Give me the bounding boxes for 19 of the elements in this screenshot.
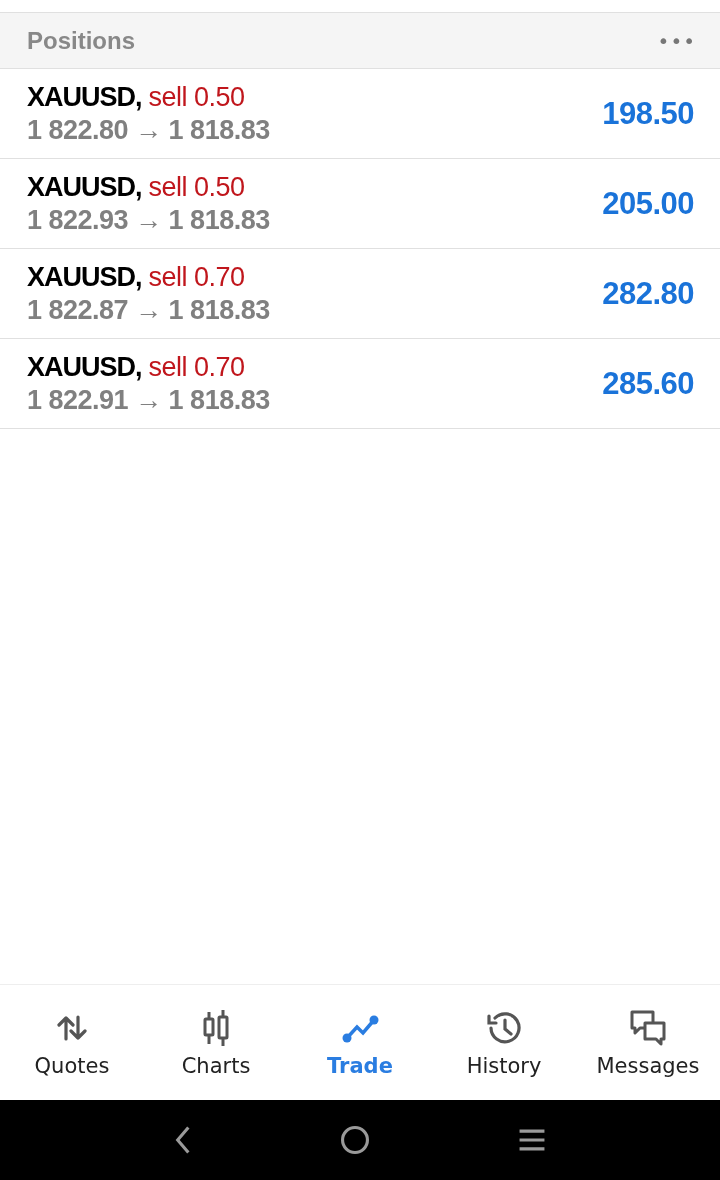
symbol-label: XAUUSD, (27, 351, 142, 383)
profit-value: 205.00 (602, 185, 694, 222)
order-type-label: sell 0.50 (148, 171, 245, 203)
symbol-label: XAUUSD, (27, 81, 142, 113)
order-type-label: sell 0.50 (148, 81, 245, 113)
price-change-label: 1 822.93 → 1 818.83 (27, 204, 270, 236)
section-title: Positions (27, 26, 135, 55)
price-change-label: 1 822.87 → 1 818.83 (27, 294, 270, 326)
symbol-label: XAUUSD, (27, 261, 142, 293)
order-type-label: sell 0.70 (148, 261, 245, 293)
profit-value: 198.50 (602, 95, 694, 132)
price-change-label: 1 822.80 → 1 818.83 (27, 114, 270, 146)
symbol-label: XAUUSD, (27, 171, 142, 203)
home-icon[interactable] (339, 1124, 371, 1156)
price-change-label: 1 822.91 → 1 818.83 (27, 384, 270, 416)
order-type-label: sell 0.70 (148, 351, 245, 383)
profit-value: 285.60 (602, 365, 694, 402)
more-menu-button[interactable]: ••• (657, 28, 696, 53)
profit-value: 282.80 (602, 275, 694, 312)
